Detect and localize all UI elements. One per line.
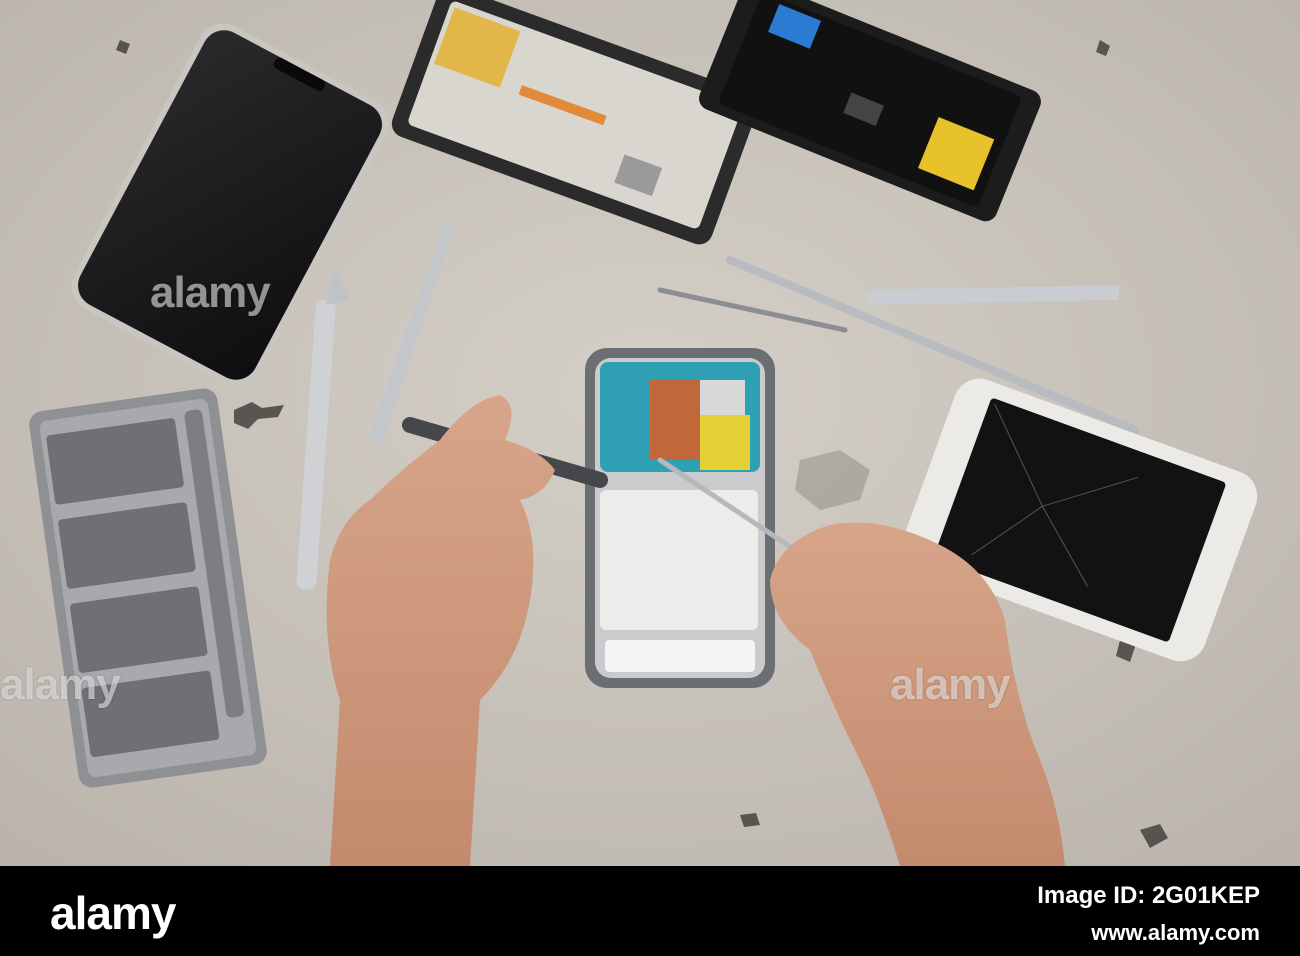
- image-id-label: Image ID: 2G01KEP: [1037, 882, 1260, 909]
- watermark-text: alamy: [150, 268, 271, 317]
- footer-bar: alamy Image ID: 2G01KEP www.alamy.com: [0, 866, 1300, 956]
- footer-info: Image ID: 2G01KEP www.alamy.com: [1037, 878, 1260, 946]
- footer-url-link[interactable]: www.alamy.com: [1037, 920, 1260, 946]
- footer-logo: alamy: [50, 887, 176, 939]
- watermark-text: alamy: [890, 660, 1011, 709]
- photo-stage: alamy alamy alamy alamy Image ID: 2G01KE…: [0, 0, 1300, 956]
- watermark-text: alamy: [0, 660, 121, 709]
- repair-scene-photo: [0, 0, 1300, 866]
